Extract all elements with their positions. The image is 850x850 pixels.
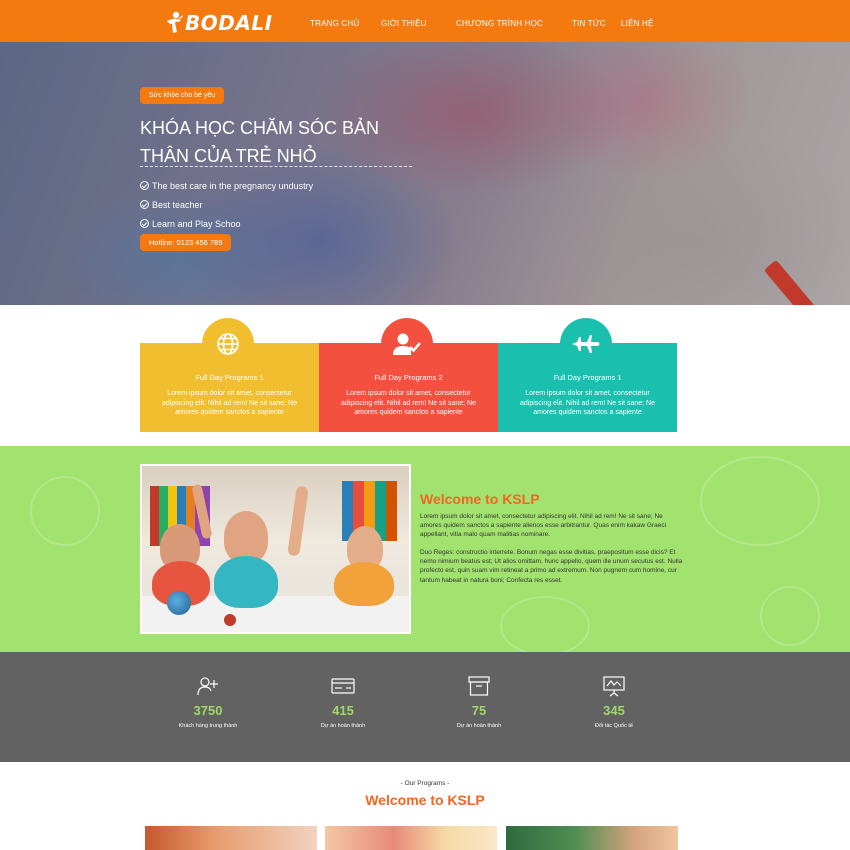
student-figure — [214, 556, 278, 608]
background-doodle — [700, 456, 820, 546]
hero-check-list: The best care in the pregnancy undustry … — [140, 176, 313, 233]
stat-label: Dự án hoàn thành — [320, 723, 366, 729]
program-title: Full Day Programs 1 — [553, 373, 622, 382]
classroom-photo — [140, 464, 411, 634]
nav-gioi-thieu[interactable]: GIỚI THIỆU — [381, 19, 427, 28]
stat-label: Đối tác Quốc tế — [595, 723, 633, 729]
stat-item: 75 Dự án hoàn thành — [419, 674, 539, 729]
program-card-1[interactable]: Full Day Programs 1 Lorem ipsum dolor si… — [140, 318, 319, 432]
card-icon — [331, 678, 355, 694]
program-text: Lorem ipsum dolor sit amet, consectetur … — [161, 390, 297, 416]
stat-item: 415 Dự án hoàn thành — [283, 674, 403, 729]
hero-title: KHÓA HỌC CHĂM SÓC BẢN THÂN CỦA TRẺ NHỎ — [140, 118, 380, 166]
background-doodle — [500, 596, 590, 652]
globe-decoration — [167, 591, 191, 615]
check-circle-icon — [140, 200, 149, 209]
program-boxes: Full Day Programs 1 Lorem ipsum dolor si… — [140, 318, 677, 432]
nav-tin-tuc[interactable]: TIN TỨC — [572, 19, 606, 28]
program-icon-circle — [560, 318, 612, 370]
stats-section: 3750 Khách hàng trung thành 415 Dự án ho… — [0, 652, 850, 762]
student-figure — [334, 562, 394, 606]
site-header: BODALI TRANG CHỦ GIỚI THIỆU CHƯƠNG TRÌNH… — [0, 0, 850, 42]
welcome-title: Welcome to KSLP — [420, 491, 540, 507]
our-programs-subtitle: - Our Programs - — [400, 780, 450, 787]
check-circle-icon — [140, 219, 149, 228]
program-text: Lorem ipsum dolor sit amet, consectetur … — [519, 390, 655, 416]
stat-value: 415 — [332, 703, 354, 718]
welcome-paragraph-2: Duo Reges: constructio interrete. Bonum … — [420, 549, 683, 584]
check-item: The best care in the pregnancy undustry — [140, 176, 313, 195]
nav-lien-he[interactable]: LIÊN HỆ — [621, 19, 654, 28]
program-card-2[interactable]: Full Day Programs 2 Lorem ipsum dolor si… — [319, 318, 498, 432]
logo-text: BODALI — [185, 11, 273, 35]
presentation-icon — [603, 676, 625, 697]
hero-tag[interactable]: Sức khỏe cho bé yêu — [140, 87, 225, 104]
hero-divider — [140, 166, 412, 167]
globe-icon — [217, 333, 239, 355]
program-image-card-2[interactable] — [325, 826, 497, 850]
background-doodle — [30, 476, 100, 546]
check-item: Learn and Play Schoo — [140, 214, 313, 233]
stat-label: Dự án hoàn thành — [456, 723, 502, 729]
background-doodle — [760, 586, 820, 646]
program-icon-circle — [381, 318, 433, 370]
program-image-card-1[interactable] — [145, 826, 317, 850]
program-card-3[interactable]: Full Day Programs 1 Lorem ipsum dolor si… — [498, 318, 677, 432]
hero-banner: Sức khỏe cho bé yêu KHÓA HỌC CHĂM SÓC BẢ… — [0, 42, 850, 305]
logo-figure-icon — [167, 11, 183, 33]
check-item: Best teacher — [140, 195, 313, 214]
program-title: Full Day Programs 1 — [195, 373, 264, 382]
stat-value: 75 — [471, 703, 487, 718]
stat-value: 345 — [603, 703, 625, 718]
user-check-icon — [393, 333, 421, 355]
our-programs-title: Welcome to KSLP — [365, 792, 485, 808]
stat-item: 345 Đối tác Quốc tế — [554, 674, 674, 729]
apple-decoration — [224, 614, 236, 626]
check-item-text: The best care in the pregnancy undustry — [152, 180, 314, 191]
check-circle-icon — [140, 181, 149, 190]
archive-icon — [468, 676, 490, 696]
nav-chuong-trinh-hoc[interactable]: CHƯƠNG TRÌNH HỌC — [456, 19, 543, 28]
user-add-icon — [197, 677, 218, 696]
program-title: Full Day Programs 2 — [374, 373, 443, 382]
program-image-card-3[interactable] — [506, 826, 678, 850]
raised-arm — [287, 485, 309, 557]
hero-overlay — [0, 42, 850, 305]
program-icon-circle — [202, 318, 254, 370]
hotline-button[interactable]: Hotline: 0123 456 789 — [140, 234, 232, 251]
stat-item: 3750 Khách hàng trung thành — [148, 674, 268, 729]
welcome-paragraph-1: Lorem ipsum dolor sit amet, consectetur … — [420, 513, 667, 539]
check-item-text: Learn and Play Schoo — [152, 218, 241, 229]
plane-icon — [572, 335, 600, 353]
logo[interactable]: BODALI — [164, 10, 273, 36]
nav-trang-chu[interactable]: TRANG CHỦ — [310, 19, 359, 28]
stat-label: Khách hàng trung thành — [178, 723, 238, 729]
check-item-text: Best teacher — [152, 199, 203, 210]
welcome-section: Welcome to KSLP Lorem ipsum dolor sit am… — [0, 446, 850, 652]
stat-value: 3750 — [193, 703, 223, 718]
program-text: Lorem ipsum dolor sit amet, consectetur … — [340, 390, 476, 416]
